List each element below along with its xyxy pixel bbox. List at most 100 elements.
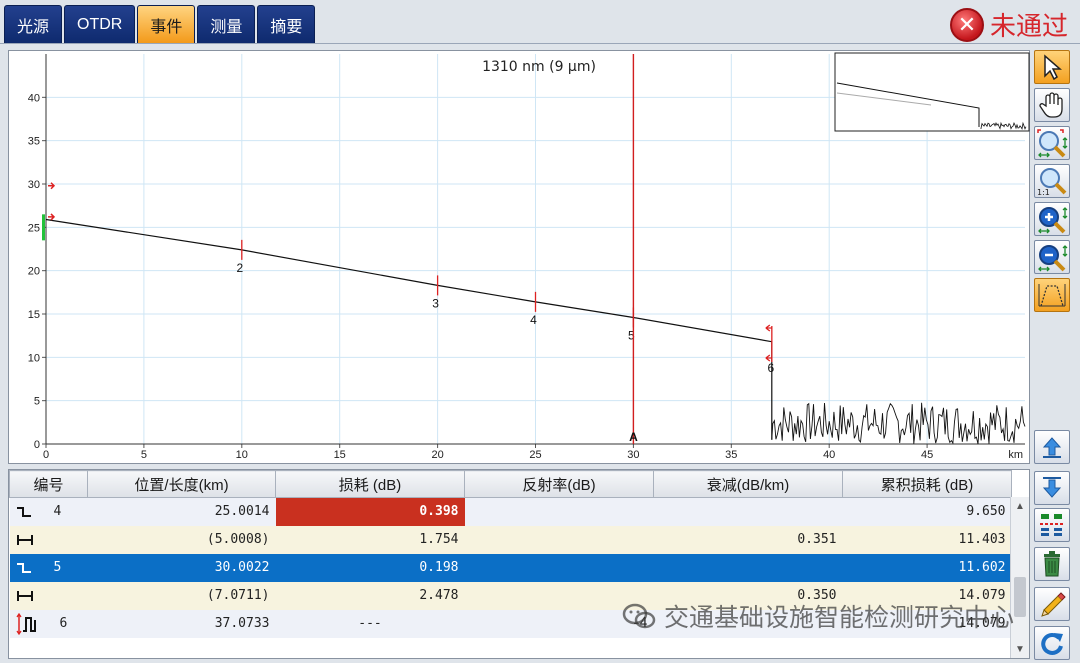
x-tick-label: 15	[334, 449, 346, 461]
edit-event-button[interactable]	[1034, 587, 1070, 621]
tab-light-source[interactable]: 光源	[4, 5, 63, 43]
move-up-button[interactable]	[1034, 430, 1070, 464]
pencil-icon	[1041, 592, 1066, 617]
col-header-number[interactable]: 编号	[9, 470, 88, 498]
cursor-a-label[interactable]: A	[629, 430, 638, 444]
reflectance-cell	[464, 525, 654, 554]
tab-events[interactable]: 事件	[137, 5, 196, 43]
test-status: ✕ 未通过	[949, 6, 1068, 43]
move-down-button[interactable]	[1034, 471, 1070, 505]
zoom-in-button[interactable]	[1034, 202, 1070, 236]
loss-cell: 0.398	[275, 497, 465, 526]
status-text: 未通过	[989, 12, 1068, 42]
refresh-icon	[1041, 632, 1063, 655]
overview-inset[interactable]	[834, 52, 1030, 132]
x-tick-label: 10	[236, 449, 248, 461]
tab-bar: 光源 OTDR 事件 测量 摘要	[4, 5, 316, 43]
trace-plot[interactable]: 0 5 10 15 20 25 30 35 40 45 0 5 10 15 20 25 30 35 40 km 1310…	[9, 51, 1031, 465]
scroll-up-arrow-icon[interactable]: ▲	[1011, 497, 1029, 515]
wavelength-label: 1310 nm (9 μm)	[482, 59, 596, 75]
x-tick-label: 25	[529, 449, 541, 461]
table-row-selected[interactable]: 5 30.0022 0.198 11.602	[9, 553, 1012, 582]
delete-event-button[interactable]	[1034, 547, 1070, 581]
reflectance-cell	[464, 553, 654, 582]
loss-cell: ---	[275, 609, 465, 638]
y-tick-label: 40	[28, 92, 40, 104]
tab-divider	[0, 43, 1080, 44]
fiber-end-event-icon	[15, 612, 36, 635]
loss-cell: 2.478	[275, 581, 465, 610]
event-cell: 5	[9, 553, 88, 582]
x-tick-label: 5	[141, 449, 147, 461]
zoom-fit-icon	[1037, 129, 1068, 158]
table-header-row: 编号 位置/长度(km) 损耗 (dB) 反射率(dB) 衰减(dB/km) 累…	[9, 470, 1012, 498]
hand-icon	[1039, 92, 1063, 118]
attenuation-cell	[653, 553, 843, 582]
zoom-fit-button[interactable]	[1034, 126, 1070, 160]
col-header-cumulative-loss[interactable]: 累积损耗 (dB)	[842, 470, 1012, 498]
attenuation-cell: 0.351	[653, 525, 843, 554]
x-tick-label: 0	[43, 449, 49, 461]
reflectance-cell	[464, 497, 654, 526]
y-tick-label: 5	[34, 396, 40, 408]
event-number: 6	[59, 616, 68, 631]
event-cell: 6	[9, 609, 88, 638]
event-marker-label: 2	[236, 261, 243, 275]
position-cell: (7.0711)	[87, 581, 276, 610]
scroll-thumb[interactable]	[1014, 577, 1026, 617]
zoom-out-icon	[1038, 245, 1068, 272]
watermark: 交通基础设施智能检测研究中心	[622, 598, 1014, 634]
x-tick-label: 20	[431, 449, 443, 461]
col-header-reflectance[interactable]: 反射率(dB)	[464, 470, 654, 498]
zoom-region-button[interactable]	[1034, 278, 1070, 312]
y-tick-label: 0	[34, 439, 40, 451]
col-header-attenuation[interactable]: 衰减(dB/km)	[653, 470, 843, 498]
pan-tool-button[interactable]	[1034, 88, 1070, 122]
insert-event-icon	[1040, 514, 1064, 536]
event-cell: 4	[9, 497, 88, 526]
event-marker-label: 3	[432, 296, 439, 310]
y-tick-label: 10	[28, 352, 40, 364]
step-down-event-icon	[16, 562, 31, 573]
fiber-section-icon	[16, 534, 33, 545]
watermark-text: 交通基础设施智能检测研究中心	[664, 603, 1015, 632]
position-cell: 37.0733	[87, 609, 276, 638]
zoom-1to1-button[interactable]: 1:1	[1034, 164, 1070, 198]
tab-summary[interactable]: 摘要	[257, 5, 316, 43]
graph-toolbar: 1:1	[1034, 50, 1074, 312]
event-number: 4	[53, 504, 62, 520]
zoom-1-1-icon: 1:1	[1037, 168, 1067, 196]
event-end-arrow-icon	[765, 324, 772, 332]
col-header-position[interactable]: 位置/长度(km)	[87, 470, 276, 498]
event-cell	[9, 525, 88, 554]
zoom-out-button[interactable]	[1034, 240, 1070, 274]
x-tick-label: 30	[627, 449, 639, 461]
noise-floor-trace	[771, 402, 1026, 445]
col-header-loss[interactable]: 损耗 (dB)	[275, 470, 465, 498]
y-tick-label: 25	[28, 222, 40, 234]
wechat-icon	[622, 602, 656, 630]
y-tick-label: 30	[28, 179, 40, 191]
insert-event-button[interactable]	[1034, 508, 1070, 542]
pointer-tool-button[interactable]	[1034, 50, 1070, 84]
event-marker-label: 6	[767, 361, 774, 375]
y-tick-label: 15	[28, 309, 40, 321]
y-tick-label: 35	[28, 136, 40, 148]
tab-measure[interactable]: 测量	[197, 5, 256, 43]
zoom-in-icon	[1038, 207, 1068, 234]
x-tick-label: 35	[725, 449, 737, 461]
position-cell: 25.0014	[87, 497, 276, 526]
trash-icon	[1044, 551, 1060, 577]
table-row[interactable]: (5.0008) 1.754 0.351 11.403	[9, 525, 1012, 554]
loss-cell: 0.198	[275, 553, 465, 582]
refresh-button[interactable]	[1034, 626, 1070, 660]
zoom-region-icon	[1038, 284, 1066, 307]
table-row[interactable]: 4 25.0014 0.398 9.650	[9, 497, 1012, 526]
cumulative-loss-cell: 11.403	[842, 525, 1012, 554]
tab-otdr[interactable]: OTDR	[64, 5, 136, 43]
position-cell: 30.0022	[87, 553, 276, 582]
svg-text:1:1: 1:1	[1037, 188, 1050, 196]
attenuation-cell	[653, 497, 843, 526]
trace-graph[interactable]: 0 5 10 15 20 25 30 35 40 45 0 5 10 15 20 25 30 35 40 km 1310…	[8, 50, 1030, 464]
scroll-down-arrow-icon[interactable]: ▼	[1011, 640, 1029, 658]
